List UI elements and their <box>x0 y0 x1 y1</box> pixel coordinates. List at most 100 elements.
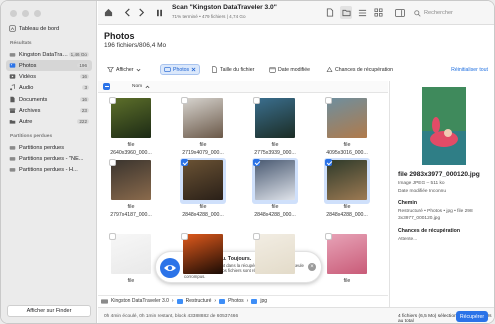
sidebar-item-drive[interactable]: Kingston DataTraveler... 1,46 Go <box>6 49 92 60</box>
reset-all-link[interactable]: Réinitialiser tout <box>451 67 488 73</box>
pause-scan-button[interactable] <box>154 6 164 19</box>
file-tile[interactable]: 2848x4288_000... file <box>250 158 300 228</box>
lost-partitions-heading: Partitions perdues <box>10 134 53 139</box>
chevron-down-icon <box>136 68 140 71</box>
file-tile[interactable]: file <box>250 233 300 294</box>
tile-file-name: 2719x4079_000... <box>182 150 224 156</box>
file-tile[interactable]: 4095x3016_000... file <box>322 97 372 166</box>
pause-icon <box>156 9 162 16</box>
tile-checkbox[interactable] <box>325 159 332 166</box>
sidebar-item-lost-partition[interactable]: Partitions perdues - "NE... <box>6 153 92 164</box>
grid-view-button[interactable] <box>372 6 384 19</box>
tile-checkbox[interactable] <box>253 159 260 166</box>
sidebar-item-lost-partition[interactable]: Partitions perdues - H... <box>6 164 92 175</box>
sidebar-item-count: 16 <box>79 97 89 102</box>
name-column-header[interactable]: Nom <box>132 84 142 89</box>
tile-file-name: 4095x3016_000... <box>326 150 368 156</box>
breadcrumb-item[interactable]: Photos <box>228 298 244 304</box>
tile-checkbox[interactable] <box>181 233 188 240</box>
document-view-button[interactable] <box>324 6 336 19</box>
tile-checkbox[interactable] <box>109 159 116 166</box>
file-tile[interactable]: file <box>322 233 372 294</box>
preview-file-kind: Image JPEG – 511 ko <box>398 181 445 186</box>
preview-panel: file 2983x3977_000120.jpg Image JPEG – 5… <box>389 81 494 307</box>
breadcrumb-item[interactable]: jpg <box>260 298 267 304</box>
breadcrumb-item[interactable]: Kingston DataTraveler 3.0 <box>111 298 169 304</box>
file-tile[interactable]: 2797x4187_000... file <box>106 159 156 228</box>
file-tile[interactable]: file <box>106 233 156 294</box>
tile-file-name: 2848x4288_000... <box>182 212 224 218</box>
tile-thumbnail <box>183 160 223 200</box>
close-window-button[interactable] <box>10 10 17 17</box>
sidebar-item-dashboard[interactable]: Tableau de bord <box>6 23 92 34</box>
sidebar-item-count: 222 <box>77 119 89 124</box>
recovery-chances-filter[interactable]: Chances de récupération <box>323 64 396 75</box>
select-all-checkbox[interactable] <box>103 83 110 90</box>
tile-file-prefix: file <box>271 142 279 148</box>
search-field[interactable]: Rechercher <box>414 7 490 19</box>
file-tile[interactable]: 2848x4288_000... file <box>178 158 228 228</box>
file-size-filter[interactable]: Taille du fichier <box>208 64 257 75</box>
sidebar-item-lost-partition[interactable]: Partitions perdues <box>6 142 92 153</box>
date-modified-filter[interactable]: Date modifiée <box>266 64 313 75</box>
tile-thumbnail <box>111 160 151 200</box>
tile-thumbnail <box>327 98 367 138</box>
show-in-finder-button[interactable]: Afficher sur Finder <box>7 305 91 317</box>
preview-chances-value: Attente... <box>398 237 418 242</box>
tile-file-name: 2848x4288_000... <box>254 212 296 218</box>
home-button[interactable] <box>102 6 114 19</box>
tile-checkbox[interactable] <box>181 159 188 166</box>
file-tile[interactable]: file <box>178 233 228 294</box>
tile-checkbox[interactable] <box>109 233 116 240</box>
show-filter-dropdown[interactable]: Afficher <box>104 64 144 75</box>
close-tip-button[interactable]: × <box>308 263 316 271</box>
file-tile[interactable]: 2775x3939_000... file <box>250 97 300 166</box>
folder-view-button[interactable] <box>340 6 352 19</box>
drive-icon <box>9 157 16 161</box>
sidebar-item-archives[interactable]: Archives 23 <box>6 105 92 116</box>
tile-checkbox[interactable] <box>253 97 260 104</box>
toggle-preview-panel-button[interactable] <box>394 6 406 19</box>
sidebar-item-label: Partitions perdues <box>19 144 65 151</box>
toolbar: Scan "Kingston DataTraveler 3.0" 71% ter… <box>98 1 494 25</box>
drive-icon <box>9 168 16 172</box>
tile-checkbox[interactable] <box>325 97 332 104</box>
path-bar: Kingston DataTraveler 3.0 › Restructuré … <box>98 295 388 306</box>
document-icon <box>212 66 217 73</box>
tile-checkbox[interactable] <box>109 97 116 104</box>
tile-thumbnail <box>255 98 295 138</box>
tile-checkbox[interactable] <box>325 233 332 240</box>
file-tile[interactable]: 2640x3960_000... file <box>106 97 156 166</box>
photos-filter-chip[interactable]: Photos <box>160 64 201 75</box>
sidebar-item-label: Vidéos <box>19 73 37 80</box>
list-view-button[interactable] <box>356 6 368 19</box>
tile-thumbnail <box>255 160 295 200</box>
sidebar-item-audio[interactable]: Audio 3 <box>6 82 92 93</box>
sidebar-item-photos[interactable]: Photos 196 <box>6 60 92 71</box>
back-button[interactable] <box>122 6 132 19</box>
filter-icon <box>107 67 114 73</box>
forward-button[interactable] <box>136 6 146 19</box>
sidebar-item-videos[interactable]: Vidéos 16 <box>6 71 92 82</box>
tile-checkbox[interactable] <box>253 233 260 240</box>
sidebar-item-count: 1,46 Go <box>68 52 89 57</box>
archive-icon <box>9 108 16 113</box>
chevron-left-icon <box>124 8 130 17</box>
sidebar-item-label: Kingston DataTraveler... <box>19 51 69 58</box>
minimize-window-button[interactable] <box>22 10 29 17</box>
search-placeholder: Rechercher <box>424 10 453 16</box>
preview-date-modified: Date modifiée Inconnu <box>398 189 446 194</box>
zoom-window-button[interactable] <box>34 10 41 17</box>
eye-icon <box>160 258 180 278</box>
sidebar-item-documents[interactable]: Documents 16 <box>6 94 92 105</box>
breadcrumb-item[interactable]: Restructuré <box>186 298 212 304</box>
sidebar-item-other[interactable]: Autre 222 <box>6 116 92 127</box>
tile-file-prefix: file <box>199 204 207 210</box>
sidebar-item-label: Autre <box>19 118 33 125</box>
file-tile[interactable]: 2719x4079_000... file <box>178 97 228 166</box>
tile-checkbox[interactable] <box>181 97 188 104</box>
sidebar-item-label: Partitions perdues - H... <box>19 166 78 173</box>
file-tile[interactable]: 2848x4288_000... file <box>322 158 372 228</box>
recover-button[interactable]: Récupérer <box>456 311 488 322</box>
close-icon[interactable] <box>191 67 196 72</box>
